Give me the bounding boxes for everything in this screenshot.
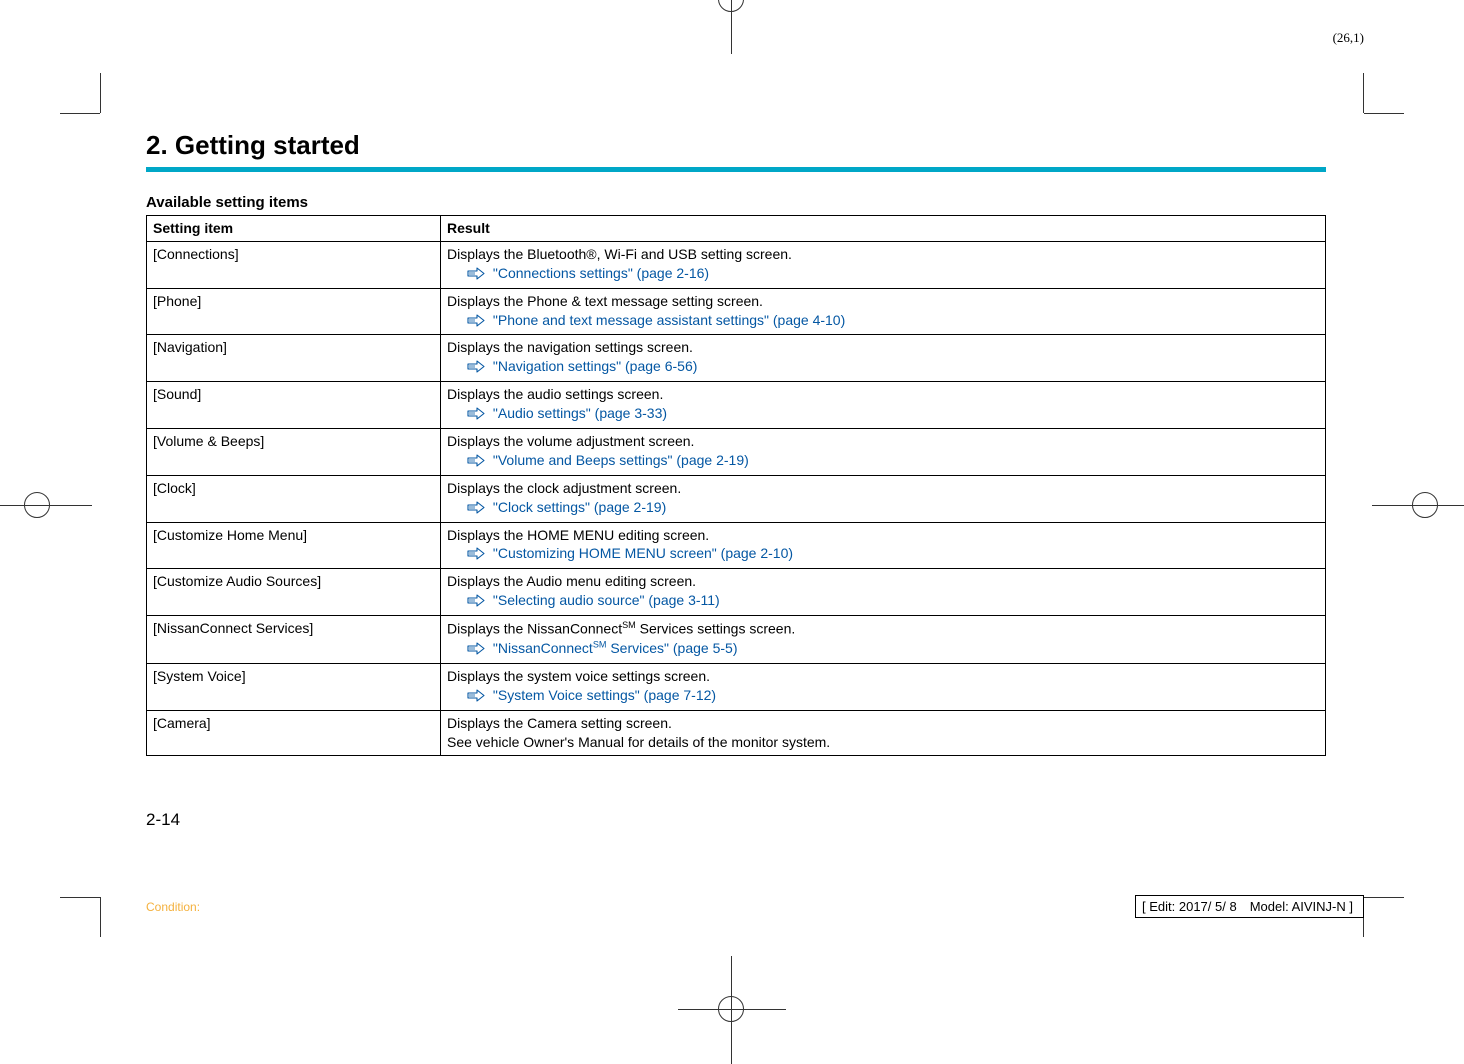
crop-mark — [1364, 897, 1404, 898]
reg-mark-top — [718, 0, 746, 14]
table-row: [System Voice]Displays the system voice … — [147, 664, 1326, 711]
hand-pointer-icon — [467, 406, 487, 425]
hand-pointer-icon — [467, 546, 487, 565]
hand-pointer-icon — [467, 313, 487, 332]
setting-item-cell: [System Voice] — [147, 664, 441, 711]
chapter-title: 2. Getting started — [146, 130, 1326, 161]
crop-mark — [100, 73, 101, 113]
result-cell: Displays the volume adjustment screen. "… — [441, 429, 1326, 476]
table-row: [Sound]Displays the audio settings scree… — [147, 382, 1326, 429]
hand-pointer-icon — [467, 453, 487, 472]
setting-item-cell: [NissanConnect Services] — [147, 616, 441, 664]
setting-item-cell: [Camera] — [147, 711, 441, 756]
table-row: [Clock]Displays the clock adjustment scr… — [147, 475, 1326, 522]
cross-ref-link: "System Voice settings" (page 7-12) — [493, 687, 716, 703]
crop-mark — [60, 897, 100, 898]
result-cell: Displays the HOME MENU editing screen. "… — [441, 522, 1326, 569]
setting-item-cell: [Volume & Beeps] — [147, 429, 441, 476]
hand-pointer-icon — [467, 593, 487, 612]
table-row: [Customize Audio Sources]Displays the Au… — [147, 569, 1326, 616]
reg-mark-right — [1412, 492, 1440, 520]
setting-item-cell: [Sound] — [147, 382, 441, 429]
setting-item-cell: [Connections] — [147, 241, 441, 288]
hand-pointer-icon — [467, 266, 487, 285]
table-header-item: Setting item — [147, 216, 441, 242]
hand-pointer-icon — [467, 688, 487, 707]
cross-ref-link: "Selecting audio source" (page 3-11) — [493, 592, 720, 608]
cross-ref-link: "Customizing HOME MENU screen" (page 2-1… — [493, 545, 793, 561]
cross-ref-link: "NissanConnectSM Services" (page 5-5) — [493, 640, 738, 656]
setting-item-cell: [Navigation] — [147, 335, 441, 382]
section-subtitle: Available setting items — [146, 194, 1326, 211]
reg-mark-bottom — [718, 996, 746, 1024]
table-row: [NissanConnect Services]Displays the Nis… — [147, 616, 1326, 664]
setting-item-cell: [Clock] — [147, 475, 441, 522]
result-cell: Displays the NissanConnectSM Services se… — [441, 616, 1326, 664]
cross-ref-link: "Audio settings" (page 3-33) — [493, 405, 667, 421]
result-cell: Displays the Audio menu editing screen. … — [441, 569, 1326, 616]
settings-table: Setting item Result [Connections]Display… — [146, 215, 1326, 756]
edit-info-box: [ Edit: 2017/ 5/ 8 Model: AIVINJ-N ] — [1135, 895, 1364, 918]
table-header-result: Result — [441, 216, 1326, 242]
cross-ref-link: "Volume and Beeps settings" (page 2-19) — [493, 452, 749, 468]
page-coord: (26,1) — [1333, 30, 1364, 46]
setting-item-cell: [Phone] — [147, 288, 441, 335]
crop-mark — [60, 113, 100, 114]
setting-item-cell: [Customize Audio Sources] — [147, 569, 441, 616]
page-number: 2-14 — [146, 810, 180, 830]
setting-item-cell: [Customize Home Menu] — [147, 522, 441, 569]
reg-mark-left — [24, 492, 52, 520]
hand-pointer-icon — [467, 500, 487, 519]
condition-label: Condition: — [146, 900, 200, 914]
cross-ref-link: "Phone and text message assistant settin… — [493, 312, 845, 328]
result-cell: Displays the Camera setting screen.See v… — [441, 711, 1326, 756]
hand-pointer-icon — [467, 641, 487, 660]
crop-mark — [1364, 113, 1404, 114]
table-row: [Volume & Beeps]Displays the volume adju… — [147, 429, 1326, 476]
result-cell: Displays the Bluetooth®, Wi-Fi and USB s… — [441, 241, 1326, 288]
table-row: [Connections]Displays the Bluetooth®, Wi… — [147, 241, 1326, 288]
cross-ref-link: "Clock settings" (page 2-19) — [493, 499, 666, 515]
hand-pointer-icon — [467, 359, 487, 378]
result-cell: Displays the Phone & text message settin… — [441, 288, 1326, 335]
crop-mark — [1363, 73, 1364, 113]
table-row: [Customize Home Menu]Displays the HOME M… — [147, 522, 1326, 569]
table-row: [Camera]Displays the Camera setting scre… — [147, 711, 1326, 756]
cross-ref-link: "Connections settings" (page 2-16) — [493, 265, 709, 281]
result-cell: Displays the audio settings screen. "Aud… — [441, 382, 1326, 429]
crop-mark — [100, 897, 101, 937]
result-cell: Displays the clock adjustment screen. "C… — [441, 475, 1326, 522]
table-row: [Phone]Displays the Phone & text message… — [147, 288, 1326, 335]
result-cell: Displays the system voice settings scree… — [441, 664, 1326, 711]
cross-ref-link: "Navigation settings" (page 6-56) — [493, 358, 698, 374]
result-cell: Displays the navigation settings screen.… — [441, 335, 1326, 382]
heading-rule — [146, 167, 1326, 172]
table-row: [Navigation]Displays the navigation sett… — [147, 335, 1326, 382]
